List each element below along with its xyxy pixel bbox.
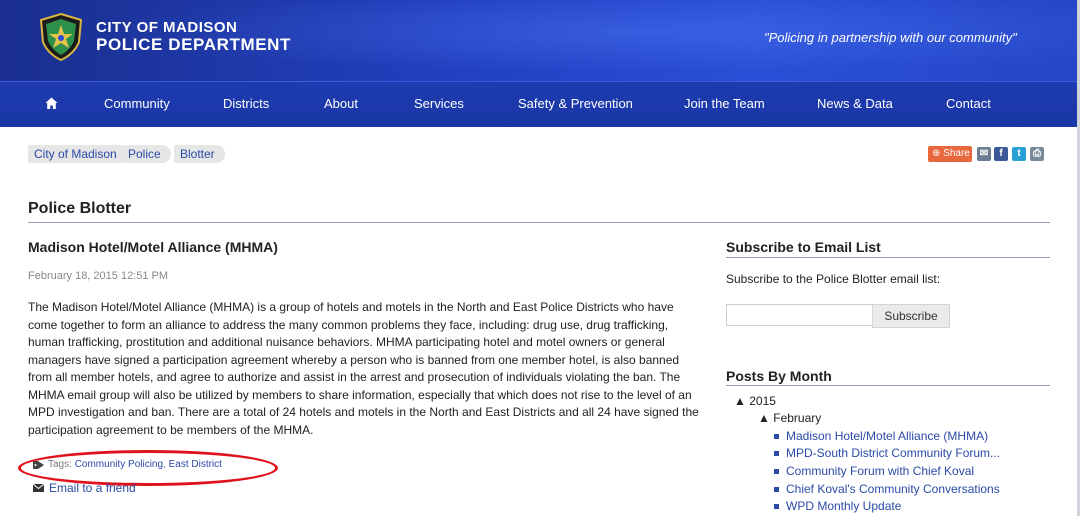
- breadcrumb-blotter[interactable]: Blotter: [174, 145, 225, 163]
- site-tagline: "Policing in partnership with our commun…: [764, 30, 1017, 45]
- sidebar-post-link[interactable]: Chief Koval's Community Conversations: [774, 482, 1000, 496]
- nav-districts[interactable]: Districts: [223, 96, 269, 111]
- post-date: February 18, 2015 12:51 PM: [28, 270, 169, 282]
- sidebar-post-title: Community Forum with Chief Koval: [786, 464, 975, 478]
- share-label: Share: [943, 148, 970, 159]
- caret-up-icon: ▲: [734, 394, 746, 408]
- subscribe-text: Subscribe to the Police Blotter email li…: [726, 272, 941, 286]
- sidebar-post-link[interactable]: MPD-South District Community Forum...: [774, 446, 1000, 460]
- email-to-friend-link[interactable]: Email to a friend: [49, 481, 136, 495]
- site-header: CITY OF MADISON POLICE DEPARTMENT "Polic…: [0, 0, 1080, 127]
- posts-divider: [726, 385, 1050, 386]
- subscribe-button[interactable]: Subscribe: [872, 304, 950, 328]
- caret-up-icon: ▲: [758, 411, 770, 425]
- nav-community[interactable]: Community: [104, 96, 170, 111]
- subscribe-email-input[interactable]: [726, 304, 872, 326]
- subscribe-divider: [726, 257, 1050, 258]
- nav-safety-prevention[interactable]: Safety & Prevention: [518, 96, 633, 111]
- police-badge-logo[interactable]: [36, 12, 86, 62]
- breadcrumb-police[interactable]: Police: [122, 145, 171, 163]
- email-icon[interactable]: ✉: [977, 147, 991, 161]
- sidebar-post-link[interactable]: Madison Hotel/Motel Alliance (MHMA): [774, 429, 988, 443]
- page-title: Police Blotter: [28, 200, 132, 217]
- main-nav: Community Districts About Services Safet…: [0, 81, 1080, 127]
- envelope-icon: [33, 484, 44, 492]
- posts-by-month-title: Posts By Month: [726, 368, 832, 384]
- month-february-toggle[interactable]: ▲ February: [758, 411, 821, 425]
- title-divider: [28, 222, 1050, 223]
- month-label: February: [773, 411, 822, 425]
- year-2015-toggle[interactable]: ▲ 2015: [734, 394, 776, 408]
- sidebar-post-title: MPD-South District Community Forum...: [786, 446, 1001, 460]
- share-button[interactable]: ⊕ Share: [928, 146, 972, 162]
- post-title: Madison Hotel/Motel Alliance (MHMA): [28, 239, 278, 255]
- sidebar-post-link[interactable]: Community Forum with Chief Koval: [774, 464, 974, 478]
- print-icon[interactable]: ⎙: [1030, 147, 1044, 161]
- sidebar-post-title: Chief Koval's Community Conversations: [786, 482, 1000, 496]
- nav-join-the-team[interactable]: Join the Team: [684, 96, 765, 111]
- year-label: 2015: [749, 394, 776, 408]
- subscribe-title: Subscribe to Email List: [726, 239, 881, 255]
- sidebar-post-title: WPD Monthly Update: [786, 499, 902, 513]
- twitter-icon[interactable]: t: [1012, 147, 1026, 161]
- brand-department[interactable]: POLICE DEPARTMENT: [96, 35, 291, 55]
- nav-about[interactable]: About: [324, 96, 358, 111]
- nav-services[interactable]: Services: [414, 96, 464, 111]
- home-icon[interactable]: [45, 97, 58, 110]
- brand-city[interactable]: CITY OF MADISON: [96, 19, 237, 36]
- post-body: The Madison Hotel/Motel Alliance (MHMA) …: [28, 300, 699, 437]
- nav-contact[interactable]: Contact: [946, 96, 991, 111]
- facebook-icon[interactable]: f: [994, 147, 1008, 161]
- sidebar-post-title: Madison Hotel/Motel Alliance (MHMA): [786, 429, 989, 443]
- nav-news-data[interactable]: News & Data: [817, 96, 893, 111]
- sidebar-post-link[interactable]: WPD Monthly Update: [774, 499, 901, 513]
- breadcrumb-city-of-madison[interactable]: City of Madison: [28, 145, 127, 163]
